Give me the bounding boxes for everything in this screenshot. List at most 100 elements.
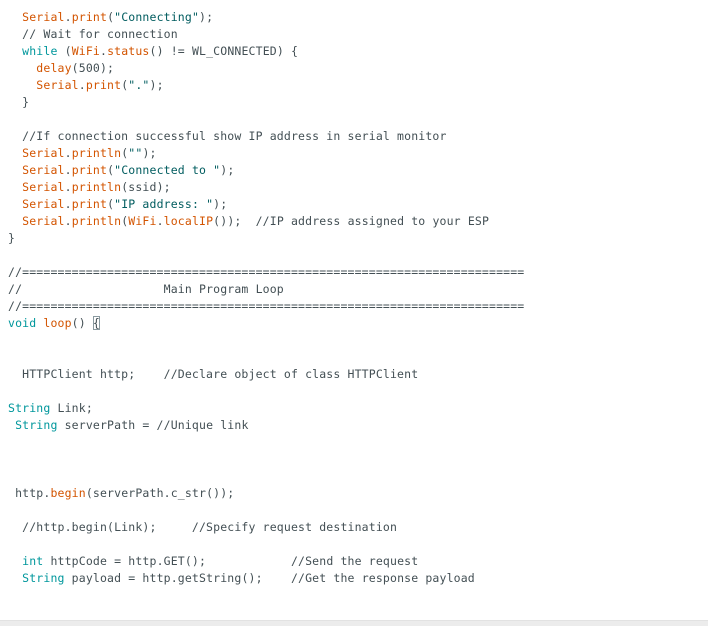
code-line[interactable] — [8, 468, 700, 485]
code-line[interactable]: String serverPath = //Unique link — [8, 417, 700, 434]
code-line[interactable]: } — [8, 94, 700, 111]
code-line[interactable] — [8, 349, 700, 366]
code-token: // Wait for connection — [8, 27, 178, 41]
code-line[interactable] — [8, 247, 700, 264]
code-line[interactable]: String payload = http.getString(); //Get… — [8, 570, 700, 587]
code-token: status — [107, 44, 150, 58]
code-token: } — [8, 231, 16, 245]
code-token: . — [64, 146, 72, 160]
code-token: //If connection successful show IP addre… — [8, 129, 447, 143]
code-line[interactable]: Serial.print("Connected to "); — [8, 162, 700, 179]
code-token: "IP address: " — [114, 197, 214, 211]
code-token: ()); //IP address assigned to your ESP — [213, 214, 490, 228]
code-token: int — [22, 554, 44, 568]
code-token: Serial — [36, 78, 79, 92]
code-line[interactable]: HTTPClient http; //Declare object of cla… — [8, 366, 700, 383]
code-token: ); — [199, 10, 214, 24]
code-token: Serial — [22, 163, 65, 177]
code-token: //http.begin(Link); //Specify request de… — [8, 520, 398, 534]
code-line[interactable]: //======================================… — [8, 264, 700, 281]
code-token: "." — [128, 78, 150, 92]
code-token: String — [15, 418, 58, 432]
code-line[interactable]: while (WiFi.status() != WL_CONNECTED) { — [8, 43, 700, 60]
code-token: println — [71, 146, 122, 160]
code-line[interactable]: Serial.print("IP address: "); — [8, 196, 700, 213]
code-token: Serial — [22, 180, 65, 194]
code-token: () — [71, 316, 93, 330]
code-line[interactable] — [8, 536, 700, 553]
code-line[interactable]: Serial.println(ssid); — [8, 179, 700, 196]
code-line[interactable]: // Main Program Loop — [8, 281, 700, 298]
code-token: (500); — [71, 61, 115, 75]
code-token: http. — [8, 486, 51, 500]
code-line[interactable]: http.begin(serverPath.c_str()); — [8, 485, 700, 502]
code-editor[interactable]: Serial.print("Connecting"); // Wait for … — [0, 0, 708, 620]
code-token: Serial — [22, 197, 65, 211]
code-token: } — [8, 95, 30, 109]
code-line[interactable] — [8, 502, 700, 519]
code-token: String — [8, 401, 51, 415]
code-token: ); — [149, 78, 164, 92]
code-token: print — [71, 163, 108, 177]
code-line[interactable]: // Wait for connection — [8, 26, 700, 43]
editor-bottom-bar — [0, 620, 708, 626]
code-line[interactable]: int httpCode = http.GET(); //Send the re… — [8, 553, 700, 570]
code-token: println — [71, 180, 122, 194]
code-token: . — [156, 214, 164, 228]
code-line[interactable]: Serial.print("."); — [8, 77, 700, 94]
code-token: println — [71, 214, 122, 228]
code-token: loop — [43, 316, 72, 330]
code-line[interactable]: //If connection successful show IP addre… — [8, 128, 700, 145]
code-token: ); — [220, 163, 235, 177]
code-token: . — [99, 44, 108, 58]
code-line[interactable] — [8, 451, 700, 468]
code-line[interactable]: Serial.println(WiFi.localIP()); //IP add… — [8, 213, 700, 230]
code-line[interactable] — [8, 111, 700, 128]
code-token: Serial — [22, 10, 65, 24]
code-line[interactable]: void loop() { — [8, 315, 700, 332]
code-line[interactable] — [8, 332, 700, 349]
code-token: String — [22, 571, 65, 585]
code-token: begin — [50, 486, 86, 500]
code-line[interactable] — [8, 434, 700, 451]
code-token: () != WL_CONNECTED) { — [149, 44, 299, 58]
code-token: ); — [142, 146, 157, 160]
code-line[interactable]: //======================================… — [8, 298, 700, 315]
code-line[interactable] — [8, 383, 700, 400]
code-token: . — [64, 180, 72, 194]
code-token: //======================================… — [8, 299, 525, 313]
code-token: httpCode = http.GET(); //Send the reques… — [43, 554, 419, 568]
code-text-area[interactable]: Serial.print("Connecting"); // Wait for … — [8, 9, 700, 587]
code-token: print — [71, 10, 108, 24]
code-line[interactable]: Serial.print("Connecting"); — [8, 9, 700, 26]
code-token: Serial — [22, 146, 65, 160]
code-token: "Connected to " — [114, 163, 221, 177]
code-token: "Connecting" — [114, 10, 200, 24]
code-token: while — [22, 44, 58, 58]
code-token: (ssid); — [121, 180, 171, 194]
code-token: ( — [57, 44, 72, 58]
code-line[interactable]: } — [8, 230, 700, 247]
code-token: . — [78, 78, 86, 92]
code-token: // Main Program Loop — [8, 282, 284, 296]
code-token: Link; — [50, 401, 93, 415]
code-token: localIP — [163, 214, 214, 228]
code-token: void — [8, 316, 37, 330]
code-line[interactable]: //http.begin(Link); //Specify request de… — [8, 519, 700, 536]
code-line[interactable]: String Link; — [8, 400, 700, 417]
code-token: "" — [128, 146, 143, 160]
code-line[interactable]: Serial.println(""); — [8, 145, 700, 162]
code-token: . — [64, 10, 72, 24]
code-token: . — [64, 197, 72, 211]
code-token: serverPath = //Unique link — [57, 418, 249, 432]
code-line[interactable]: delay(500); — [8, 60, 700, 77]
code-token: //======================================… — [8, 265, 525, 279]
code-token: WiFi — [128, 214, 157, 228]
